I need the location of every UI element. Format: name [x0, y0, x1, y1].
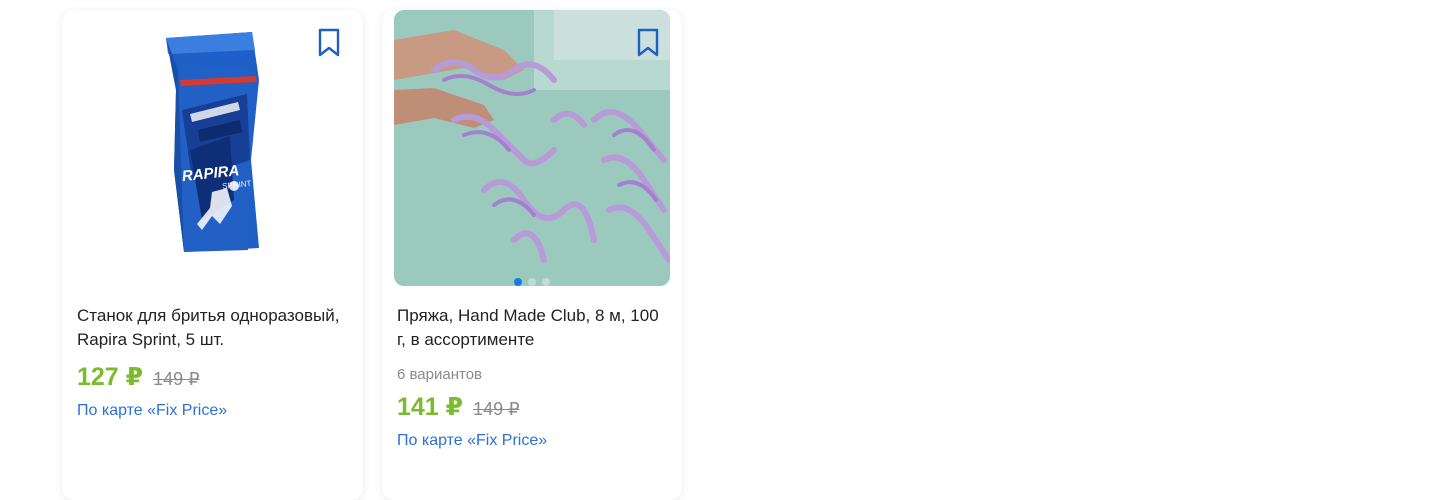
product-card[interactable]: Пряжа, Hand Made Club, 8 м, 100 г, в асс… [382, 10, 682, 500]
product-card[interactable]: RAPIRA SPRINT Станок для бритья одноразо… [62, 10, 363, 500]
bookmark-icon[interactable] [317, 28, 341, 58]
current-price: 127 ₽ [77, 363, 144, 391]
yarn-photo-image [394, 10, 670, 286]
product-image[interactable]: RAPIRA SPRINT [62, 10, 363, 286]
price-row: 141 ₽ 149 ₽ [397, 392, 667, 422]
fix-price-card-link[interactable]: По карте «Fix Price» [77, 402, 227, 420]
old-price: 149 ₽ [473, 399, 520, 419]
fix-price-card-link[interactable]: По карте «Fix Price» [397, 432, 547, 450]
carousel-dot[interactable] [542, 278, 550, 286]
variants-count: 6 вариантов [397, 366, 483, 383]
product-title[interactable]: Пряжа, Hand Made Club, 8 м, 100 г, в асс… [397, 304, 667, 352]
price-row: 127 ₽ 149 ₽ [77, 362, 348, 392]
bookmark-icon[interactable] [636, 28, 660, 58]
product-image[interactable] [394, 10, 670, 286]
carousel-dots[interactable] [394, 278, 670, 286]
current-price: 141 ₽ [397, 393, 464, 421]
product-title[interactable]: Станок для бритья одноразовый, Rapira Sp… [77, 304, 348, 352]
carousel-dot[interactable] [528, 278, 536, 286]
carousel-dot[interactable] [514, 278, 522, 286]
old-price: 149 ₽ [153, 369, 200, 389]
